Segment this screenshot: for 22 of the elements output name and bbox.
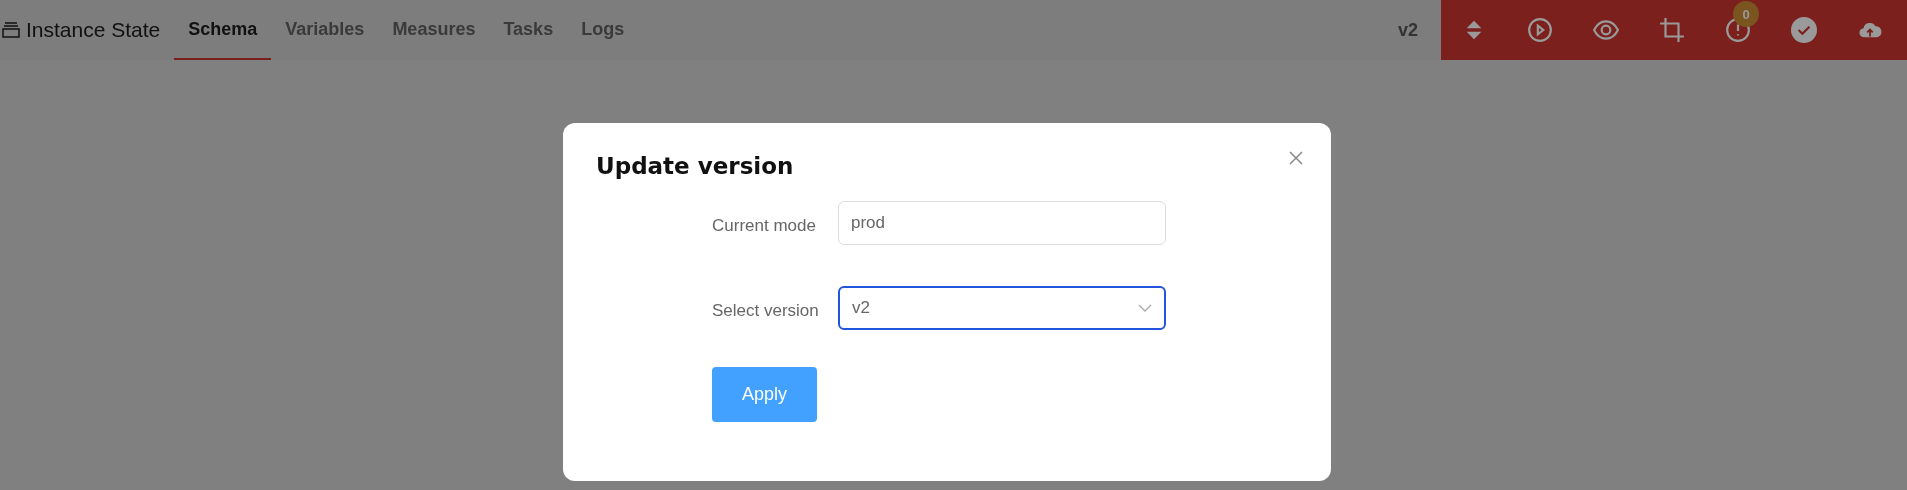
version-label: v2 — [1397, 19, 1418, 41]
dialog-title: Update version — [596, 153, 794, 179]
eye-icon — [1592, 17, 1620, 43]
count-badge: 0 — [1733, 1, 1759, 27]
check-icon — [1791, 17, 1817, 43]
toolbar-button[interactable]: 0 — [1705, 1, 1771, 59]
field-label: Current mode — [712, 215, 817, 236]
field-label: Select version — [712, 300, 820, 321]
nav-tab[interactable]: Measures — [378, 0, 490, 60]
apply-button[interactable]: Apply — [712, 367, 817, 422]
mode-field[interactable]: prod — [838, 201, 1166, 245]
chevron-down-icon — [1138, 304, 1152, 312]
crop-icon — [1659, 17, 1685, 43]
close-icon[interactable] — [1289, 151, 1303, 165]
nav-tab[interactable]: Schema — [174, 0, 272, 60]
version-select[interactable]: v2 — [838, 286, 1166, 330]
play-icon — [1527, 17, 1553, 43]
nav-tab[interactable]: Logs — [567, 0, 639, 60]
stack-icon — [2, 22, 20, 38]
nav-tab[interactable]: Tasks — [489, 0, 568, 60]
nav-tab[interactable]: Variables — [271, 0, 379, 60]
app-title: Instance State — [26, 18, 161, 42]
